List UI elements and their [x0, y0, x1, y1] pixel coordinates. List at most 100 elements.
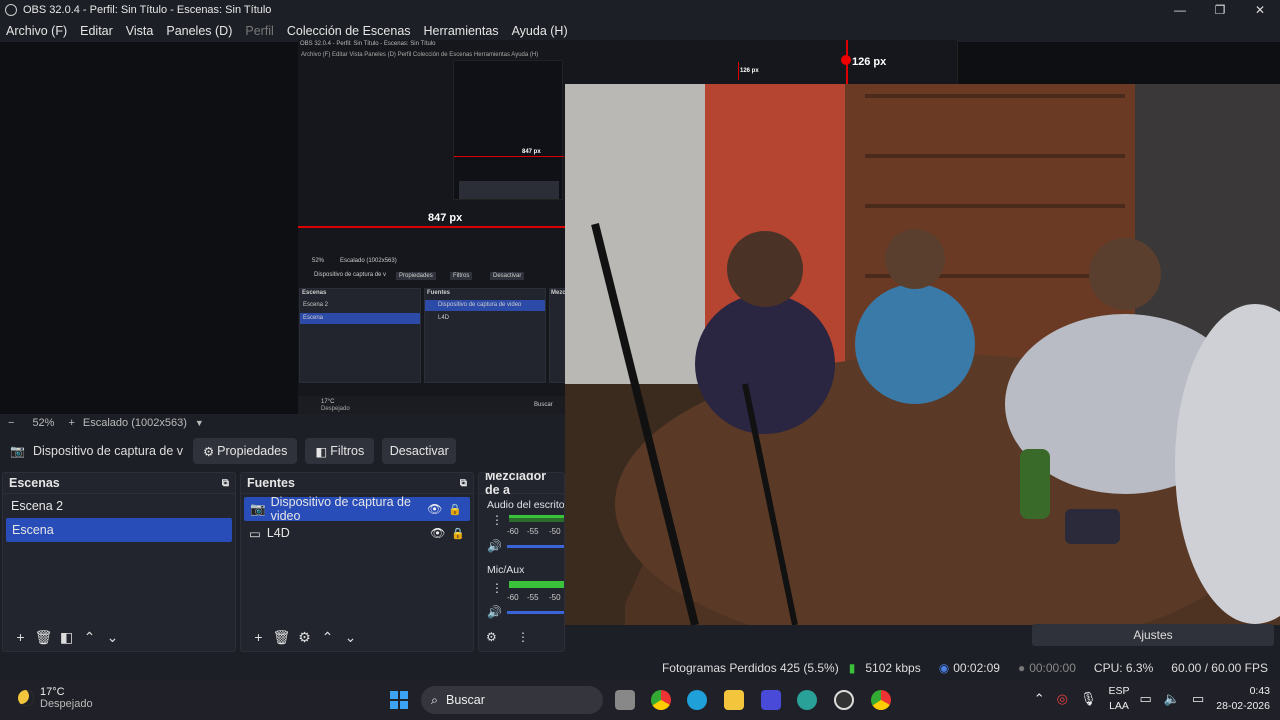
source-item-selected[interactable]: 📷 Dispositivo de captura de video 👁 🔒: [244, 495, 470, 523]
weather-desc: Despejado: [40, 698, 93, 710]
nested-deep-capture: 847 px: [453, 60, 564, 200]
app-icon[interactable]: [761, 690, 781, 710]
chevron-up-icon[interactable]: ⌃: [1034, 691, 1045, 707]
obs-icon[interactable]: [834, 690, 854, 710]
fps: 60.00 / 60.00 FPS: [1171, 661, 1268, 675]
folder-icon[interactable]: [724, 690, 744, 710]
battery-icon[interactable]: ▭: [1192, 691, 1204, 707]
obs-logo-icon: [5, 4, 17, 16]
network-icon[interactable]: ▭: [1140, 691, 1152, 707]
filters-button[interactable]: ◧ Filtros: [305, 438, 375, 464]
source-item[interactable]: ▭ L4D 👁 🔒: [241, 521, 473, 545]
menu-perfil[interactable]: Perfil: [245, 24, 273, 38]
nested-scenes-header: Escenas: [302, 290, 327, 296]
properties-button[interactable]: ⚙ Propiedades: [192, 438, 298, 464]
close-button[interactable]: ✕: [1240, 0, 1280, 20]
volume-slider[interactable]: [507, 611, 564, 614]
rec-time: 00:02:09: [953, 661, 1000, 675]
eye-icon[interactable]: 👁: [430, 526, 445, 540]
scene-filters-icon[interactable]: ◧: [55, 629, 78, 646]
kebab-icon[interactable]: ⋮: [491, 581, 503, 595]
eye-icon[interactable]: 👁: [427, 502, 442, 516]
add-icon[interactable]: +: [247, 629, 270, 645]
mixer-channel-label: Audio del escritori: [487, 499, 565, 511]
nested-menu: Archivo (F) Editar Vista Paneles (D) Per…: [301, 52, 539, 58]
gear-icon[interactable]: ⚙: [486, 630, 497, 644]
source-toolbar: 📷 Dispositivo de captura de v ⚙ Propieda…: [0, 436, 565, 466]
app-tray-icon[interactable]: ◎: [1057, 691, 1068, 707]
menu-vista[interactable]: Vista: [126, 24, 154, 38]
scene-item[interactable]: Escena 2: [3, 494, 235, 518]
edge-icon[interactable]: [687, 690, 707, 710]
speaker-icon[interactable]: 🔊: [487, 605, 502, 619]
move-down-icon[interactable]: ⌄: [101, 629, 124, 646]
video-capture-preview[interactable]: [565, 84, 1280, 625]
volume-icon[interactable]: 🔈: [1164, 691, 1180, 707]
kebab-icon[interactable]: ⋮: [517, 630, 529, 644]
selected-source-name: Dispositivo de captura de v: [32, 444, 184, 458]
camera-icon: 📷: [10, 444, 25, 458]
zoom-out-button[interactable]: −: [8, 417, 14, 429]
clock-time[interactable]: 0:43: [1216, 684, 1270, 699]
keyboard-layout[interactable]: LAA: [1108, 699, 1129, 714]
move-up-icon[interactable]: ⌃: [78, 629, 101, 646]
settings-button[interactable]: Ajustes: [1032, 624, 1274, 646]
menu-ayuda[interactable]: Ayuda (H): [512, 24, 568, 38]
taskbar-search[interactable]: ⌕ Buscar: [421, 686, 603, 714]
sources-dock: Fuentes ⧉ 📷 Dispositivo de captura de vid…: [240, 472, 474, 652]
system-tray: ⌃ ◎ 🎙 ESP LAA ▭ 🔈 ▭ 0:43 28-02-2026: [1034, 684, 1270, 714]
globe-icon[interactable]: [797, 690, 817, 710]
bitrate: 5102 kbps: [865, 661, 921, 675]
clock-date[interactable]: 28-02-2026: [1216, 699, 1270, 714]
move-down-icon[interactable]: ⌄: [339, 629, 362, 646]
windows-start-icon[interactable]: [390, 691, 408, 709]
broadcast-icon: ◉: [938, 661, 950, 675]
move-up-icon[interactable]: ⌃: [316, 629, 339, 646]
camera-icon: 📷: [250, 501, 266, 516]
deactivate-button[interactable]: Desactivar: [382, 438, 457, 464]
volume-slider[interactable]: [507, 545, 564, 548]
file-explorer-task-icon[interactable]: [615, 690, 635, 710]
chrome-icon[interactable]: [651, 690, 671, 710]
gear-icon[interactable]: ⚙: [293, 629, 316, 646]
kebab-icon[interactable]: ⋮: [491, 513, 503, 527]
trash-icon[interactable]: 🗑: [32, 629, 55, 646]
nested-device: Dispositivo de captura de v: [314, 272, 387, 278]
menu-coleccion-escenas[interactable]: Colección de Escenas: [287, 24, 411, 38]
microphone-icon[interactable]: 🎙: [1080, 691, 1097, 707]
maximize-button[interactable]: ❐: [1200, 0, 1240, 20]
camera-scene-image: [565, 84, 1280, 625]
lock-icon[interactable]: 🔒: [451, 527, 465, 540]
undock-icon[interactable]: ⧉: [460, 478, 467, 489]
weather-widget[interactable]: 17°C Despejado: [18, 686, 93, 710]
nested-scaled: Escalado (1002x563): [340, 258, 397, 264]
measure-label-vertical: 126 px: [852, 56, 887, 68]
nested-deactivate: Desactivar: [490, 272, 525, 280]
scene-item-selected[interactable]: Escena: [6, 518, 232, 542]
menu-herramientas[interactable]: Herramientas: [424, 24, 499, 38]
trash-icon[interactable]: 🗑: [270, 629, 293, 646]
menu-archivo[interactable]: Archivo (F): [6, 24, 67, 38]
menu-paneles[interactable]: Paneles (D): [166, 24, 232, 38]
minimize-button[interactable]: —: [1160, 0, 1200, 20]
language-code[interactable]: ESP: [1108, 684, 1129, 699]
lock-icon[interactable]: 🔒: [448, 503, 462, 516]
measure-line-horizontal: [298, 226, 568, 228]
filter-icon: ◧: [315, 444, 328, 459]
nested-filters: Filtros: [450, 272, 473, 280]
menu-editar[interactable]: Editar: [80, 24, 113, 38]
zoom-in-button[interactable]: +: [68, 417, 74, 429]
mixer-header: Mezclador de a: [485, 472, 547, 497]
scenes-dock: Escenas ⧉ Escena 2 Escena + 🗑 ◧ ⌃ ⌄: [2, 472, 236, 652]
chrome-icon[interactable]: [871, 690, 891, 710]
scale-dropdown-icon[interactable]: ▼: [195, 418, 204, 428]
weather-temp: 17°C: [40, 686, 65, 698]
window-title: OBS 32.0.4 - Perfil: Sin Título - Escena…: [23, 4, 272, 16]
add-icon[interactable]: +: [9, 629, 32, 645]
nested-props: Propiedades: [396, 272, 436, 280]
stream-time: 00:00:00: [1029, 661, 1076, 675]
undock-icon[interactable]: ⧉: [222, 478, 229, 489]
nested-weather-desc: Despejado: [321, 406, 350, 412]
nested-title: OBS 32.0.4 - Perfil: Sin Título - Escena…: [300, 41, 436, 47]
speaker-icon[interactable]: 🔊: [487, 539, 502, 553]
